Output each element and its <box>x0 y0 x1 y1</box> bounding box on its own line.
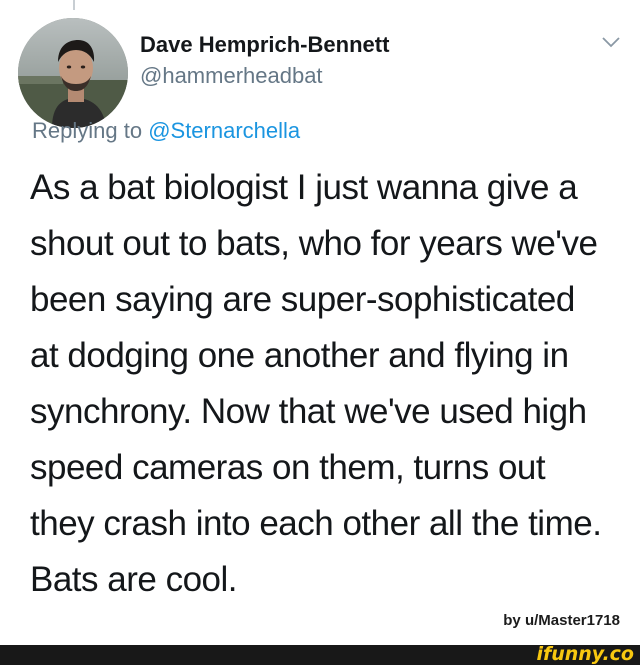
tweet-line: synchrony. Now that we've used high <box>30 392 587 431</box>
ifunny-watermark: ifunny.co <box>536 643 634 665</box>
author-handle[interactable]: @hammerheadbat <box>140 63 323 89</box>
tweet-text: As a bat biologist I just wanna give a s… <box>30 160 630 608</box>
replying-to: Replying to @Sternarchella <box>32 118 300 144</box>
profile-photo <box>18 18 128 128</box>
tweet-line: speed cameras on them, turns out <box>30 448 546 487</box>
tweet-line: they crash into each other all the time. <box>30 504 602 543</box>
tweet-line: been saying are super-sophisticated <box>30 280 575 319</box>
tweet-line: Bats are cool. <box>30 560 238 599</box>
author-display-name[interactable]: Dave Hemprich-Bennett <box>140 32 389 58</box>
tweet-line: at dodging one another and flying in <box>30 336 569 375</box>
avatar[interactable] <box>18 18 128 128</box>
tweet-line: As a bat biologist I just wanna give a <box>30 168 578 207</box>
replying-to-label: Replying to <box>32 118 149 143</box>
tweet-line: shout out to bats, who for years we've <box>30 224 598 263</box>
uploader-credit: by u/Master1718 <box>503 612 620 629</box>
footer-bar: ifunny.co <box>0 645 640 665</box>
chevron-down-icon[interactable] <box>600 34 622 50</box>
reply-mention-link[interactable]: @Sternarchella <box>148 118 300 143</box>
thread-connector-line <box>73 0 75 10</box>
